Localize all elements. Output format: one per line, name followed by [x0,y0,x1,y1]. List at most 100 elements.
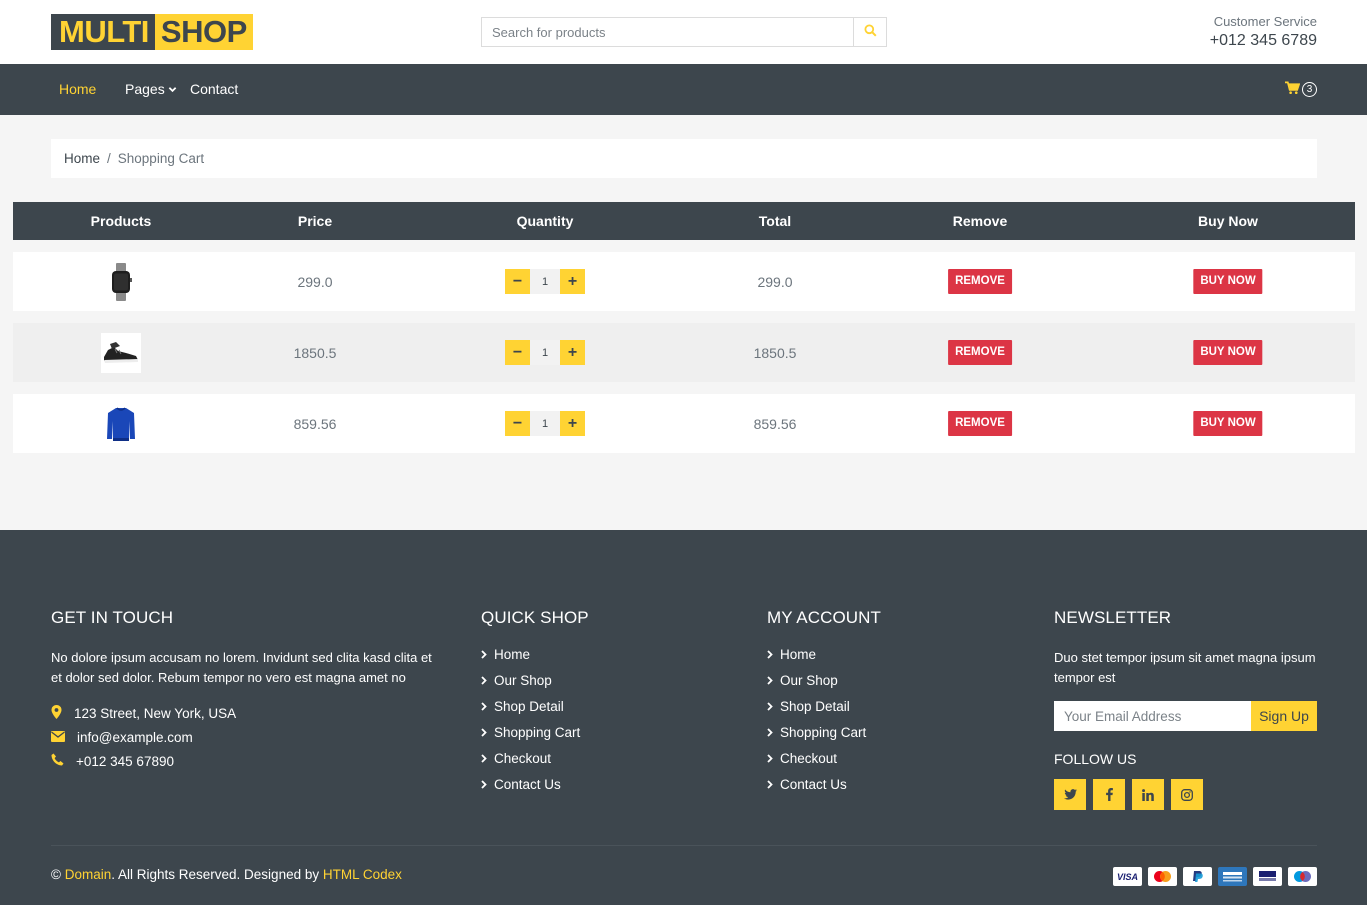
linkedin-icon[interactable] [1132,779,1164,810]
footer-heading: QUICK SHOP [481,608,589,627]
nav-home-label: Home [59,81,97,97]
footer-link[interactable]: Shopping Cart [767,719,881,745]
remove-button[interactable]: REMOVE [948,269,1012,294]
quantity-decrease-button[interactable]: − [505,411,530,436]
logo-part-2: SHOP [154,14,253,50]
footer-about-text: No dolore ipsum accusam no lorem. Invidu… [51,650,432,685]
minus-icon: − [512,272,523,290]
search-input[interactable] [482,18,853,46]
breadcrumb: Home / Shopping Cart [51,139,1317,178]
footer-email: info@example.com [51,730,436,745]
quantity-stepper: − 1 + [505,394,585,453]
quantity-value[interactable]: 1 [530,269,560,294]
twitter-icon[interactable] [1054,779,1086,810]
header-buy-now: Buy Now [1198,213,1258,229]
footer-link-label: Checkout [780,750,838,766]
copyright-domain-link[interactable]: Domain [65,867,112,882]
buy-now-cell: BUY NOW [1193,323,1263,382]
quantity-increase-button[interactable]: + [560,411,585,436]
footer-get-in-touch: GET IN TOUCH No dolore ipsum accusam no … [51,608,436,769]
sneaker-icon[interactable] [101,332,141,373]
quantity-decrease-button[interactable]: − [505,269,530,294]
newsletter-form: Sign Up [1054,701,1317,731]
footer-link[interactable]: Shopping Cart [481,719,589,745]
cart-button[interactable]: 3 [1285,81,1317,98]
logo-part-1: MULTI [51,14,155,50]
social-links [1054,779,1317,810]
chevron-right-icon [767,673,773,688]
remove-cell: REMOVE [948,323,1012,382]
smartwatch-icon[interactable] [101,262,141,302]
footer-link-label: Home [780,646,817,662]
quantity-stepper: − 1 + [505,323,585,382]
buy-now-cell: BUY NOW [1193,394,1263,453]
quantity-increase-button[interactable]: + [560,269,585,294]
chevron-right-icon [481,673,487,688]
footer-email-text[interactable]: info@example.com [77,730,193,745]
footer-link[interactable]: Our Shop [481,667,589,693]
footer-link-label: Home [494,646,531,662]
product-image-cell [101,323,141,382]
footer-link[interactable]: Checkout [481,745,589,771]
footer-address-text: 123 Street, New York, USA [74,706,237,721]
footer-link[interactable]: Shop Detail [481,693,589,719]
instagram-icon[interactable] [1171,779,1203,810]
sign-up-button[interactable]: Sign Up [1251,701,1317,731]
remove-button[interactable]: REMOVE [948,340,1012,365]
quantity-value[interactable]: 1 [530,411,560,436]
cart-row: 859.56 − 1 + 859.56 REMOVE BUY NOW [13,394,1355,453]
footer-link[interactable]: Shop Detail [767,693,881,719]
plus-icon: + [567,343,578,361]
quantity-value[interactable]: 1 [530,340,560,365]
buy-now-button[interactable]: BUY NOW [1193,340,1263,365]
buy-now-button[interactable]: BUY NOW [1193,411,1263,436]
buy-now-button[interactable]: BUY NOW [1193,269,1263,294]
footer-link[interactable]: Home [481,641,589,667]
breadcrumb-home[interactable]: Home [64,151,100,166]
cart-row: 299.0 − 1 + 299.0 REMOVE BUY NOW [13,252,1355,311]
footer-link-label: Our Shop [494,672,552,688]
row-total: 299.0 [757,273,793,290]
envelope-icon [51,730,65,745]
site-logo[interactable]: MULTI SHOP [51,14,253,50]
chevron-right-icon [767,647,773,662]
visa-electron-icon [1253,867,1282,886]
footer-link-label: Shop Detail [494,698,564,714]
footer-heading: MY ACCOUNT [767,608,882,627]
nav-pages-dropdown[interactable]: Pages [125,81,177,97]
footer-phone-text: +012 345 67890 [76,753,174,769]
plus-icon: + [567,272,578,290]
footer-link[interactable]: Checkout [767,745,881,771]
footer-link[interactable]: Home [767,641,881,667]
cart-count-badge: 3 [1302,82,1317,97]
cart-row: 1850.5 − 1 + 1850.5 REMOVE BUY NOW [13,323,1355,382]
remove-button[interactable]: REMOVE [948,411,1012,436]
search-bar [481,17,887,47]
nav-contact[interactable]: Contact [190,81,238,97]
american-express-icon [1218,867,1247,886]
header-products: Products [90,213,152,229]
breadcrumb-current: Shopping Cart [117,151,205,166]
footer-link[interactable]: Contact Us [767,771,881,797]
footer-link-label: Shopping Cart [780,724,867,740]
newsletter-email-input[interactable] [1054,701,1251,731]
product-image-cell [101,394,141,453]
chevron-right-icon [481,725,487,740]
nav-home[interactable]: Home [59,81,96,97]
product-image-cell [101,252,141,311]
footer-link[interactable]: Contact Us [481,771,589,797]
quantity-increase-button[interactable]: + [560,340,585,365]
search-button[interactable] [853,18,886,46]
footer-link[interactable]: Our Shop [767,667,881,693]
visa-icon: VISA [1113,867,1142,886]
site-footer: GET IN TOUCH No dolore ipsum accusam no … [0,530,1367,905]
quantity-decrease-button[interactable]: − [505,340,530,365]
footer-link-label: Shop Detail [780,698,850,714]
customer-service-phone: +012 345 6789 [1209,32,1317,49]
quantity-stepper: − 1 + [505,252,585,311]
chevron-right-icon [481,751,487,766]
designer-link[interactable]: HTML Codex [323,867,402,882]
facebook-icon[interactable] [1093,779,1125,810]
blue-sweater-icon[interactable] [101,404,141,444]
chevron-right-icon [767,751,773,766]
